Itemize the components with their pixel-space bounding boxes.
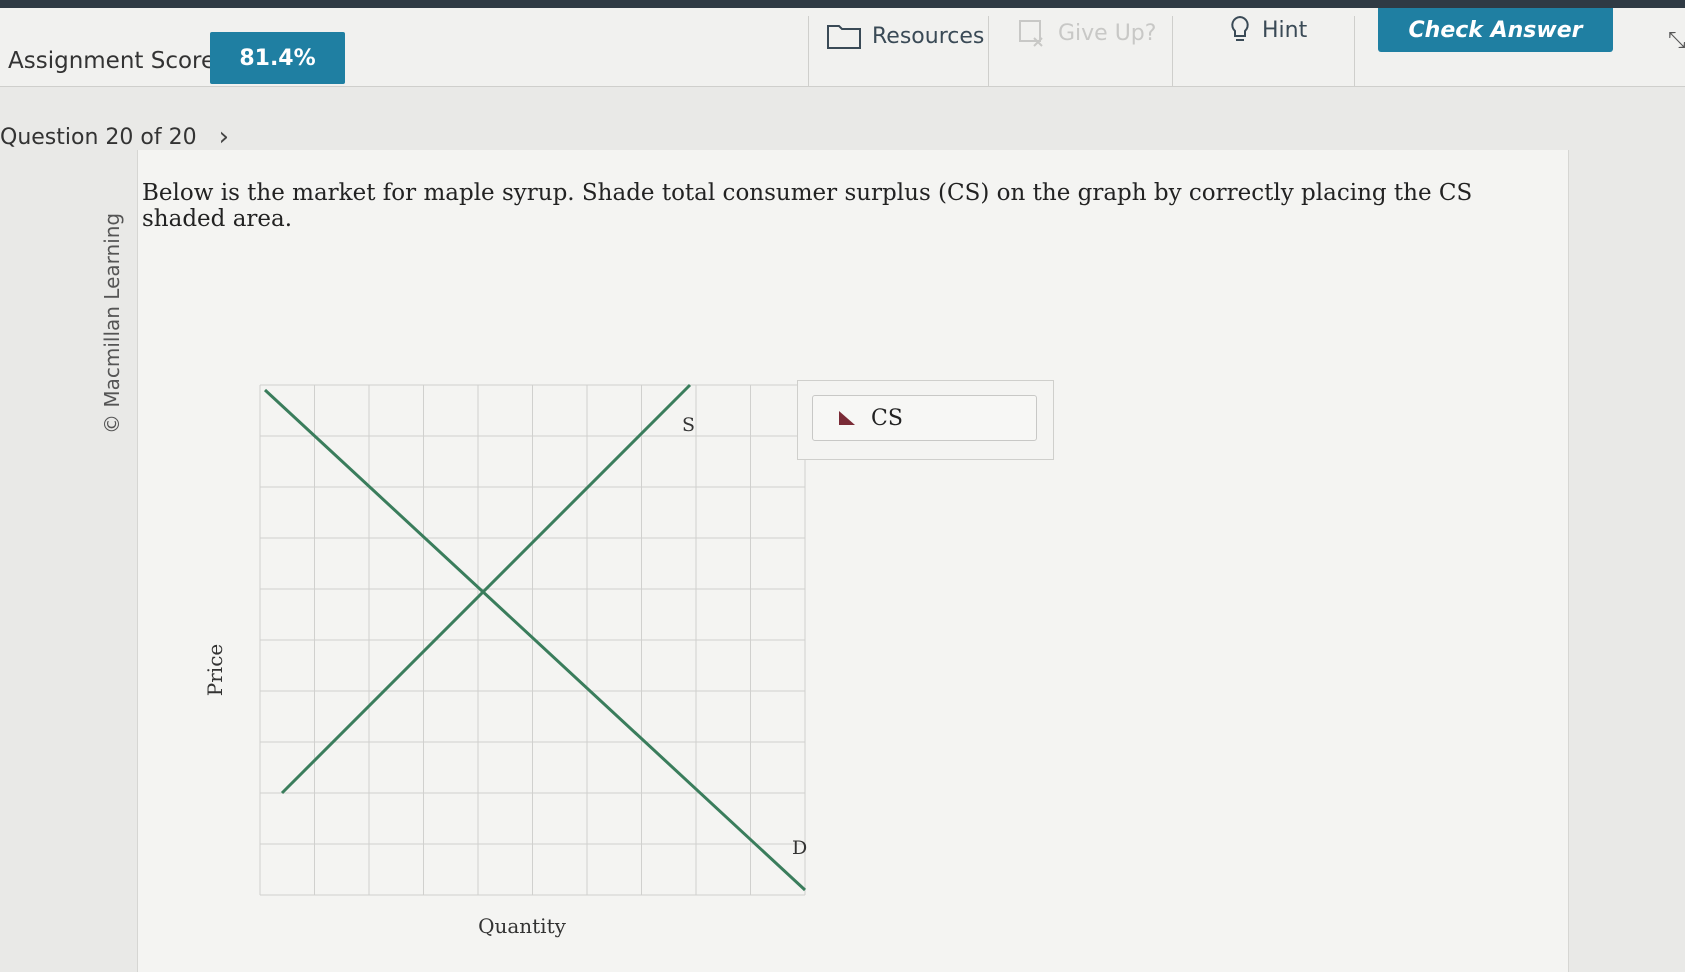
resources-label: Resources (872, 23, 985, 49)
check-answer-button[interactable]: Check Answer (1378, 8, 1613, 52)
folder-icon (827, 25, 861, 49)
copyright-notice: © Macmillan Learning (100, 212, 124, 434)
chevron-right-icon[interactable]: › (219, 122, 229, 152)
header-divider (1354, 16, 1355, 86)
give-up-icon (1019, 20, 1043, 47)
hint-button[interactable]: Hint (1228, 14, 1307, 46)
cs-tool-label: CS (871, 405, 903, 431)
lightbulb-icon (1231, 15, 1249, 41)
tool-palette: CS (797, 380, 1054, 460)
cs-area-tool[interactable]: CS (812, 395, 1037, 441)
header-divider (808, 16, 809, 86)
header-divider (988, 16, 989, 86)
demand-label: D (792, 837, 807, 859)
y-axis-label: Price (203, 644, 227, 696)
assignment-header: Assignment Score: 81.4% Resources Give U… (0, 8, 1685, 87)
give-up-button[interactable]: Give Up? (1018, 18, 1156, 48)
question-prompt: Below is the market for maple syrup. Sha… (142, 180, 1473, 232)
supply-demand-graph[interactable]: S D Price Quantity (200, 380, 840, 960)
resources-button[interactable]: Resources (826, 22, 984, 50)
header-divider (1172, 16, 1173, 86)
x-axis-label: Quantity (478, 914, 567, 938)
supply-label: S (682, 414, 695, 436)
give-up-label: Give Up? (1058, 20, 1157, 46)
assignment-score-label: Assignment Score: (8, 48, 223, 74)
question-nav: Question 20 of 20 › (0, 122, 229, 152)
hint-label: Hint (1262, 17, 1308, 43)
top-strip (0, 0, 1685, 8)
assignment-score-badge: 81.4% (210, 32, 345, 84)
triangle-area-icon (839, 411, 855, 425)
collapse-icon[interactable]: ⤡ (1668, 28, 1685, 53)
question-counter: Question 20 of 20 (0, 124, 197, 150)
